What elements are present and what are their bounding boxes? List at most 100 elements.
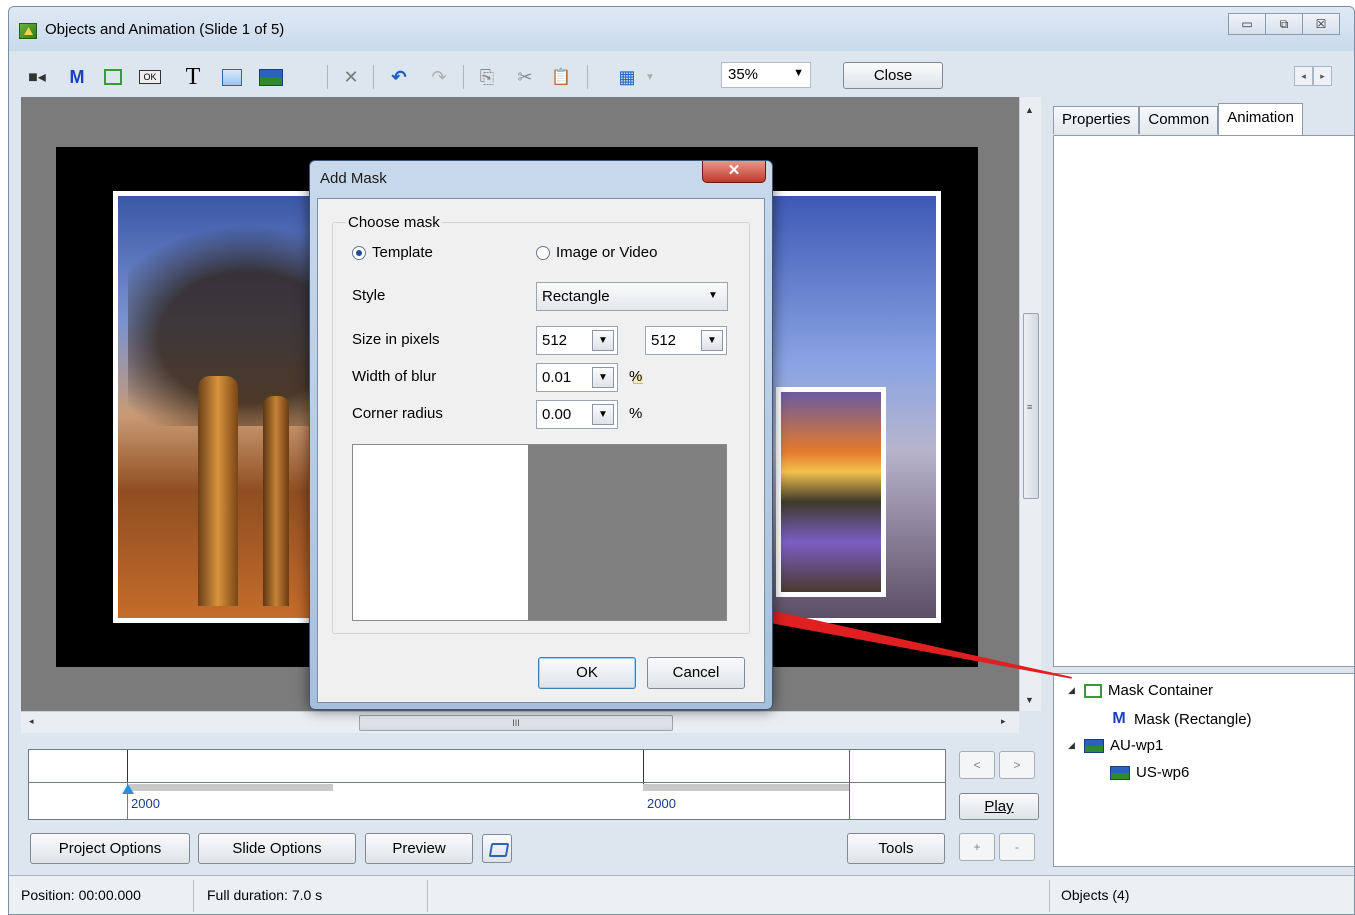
copy-icon[interactable]: ⎘ [475, 65, 499, 89]
text-icon[interactable]: T [181, 64, 205, 90]
frame-icon[interactable] [101, 65, 125, 89]
image-icon[interactable] [257, 65, 285, 89]
style-label: Style [352, 287, 386, 304]
chevron-down-icon[interactable]: ▼ [592, 404, 614, 425]
timeline-tick [127, 750, 128, 783]
timeline[interactable]: 2000 2000 [28, 749, 946, 820]
zoom-buttons: + - [959, 833, 1035, 861]
close-window-button[interactable]: ☒ [1302, 13, 1340, 35]
size-height-combo[interactable]: 512 ▼ [645, 326, 727, 355]
scroll-left-button[interactable]: ◂ [1294, 66, 1313, 86]
photo-us-wp6[interactable] [776, 387, 886, 597]
remove-button[interactable]: - [999, 833, 1035, 861]
cut-icon[interactable]: ✂ [513, 65, 537, 89]
template-radio-label: Template [372, 244, 433, 261]
minimize-button[interactable]: ▭ [1228, 13, 1266, 35]
previous-slide-button[interactable]: < [959, 751, 995, 779]
window-controls: ▭ ⧉ ☒ [1228, 13, 1340, 35]
scroll-down-arrow[interactable]: ▼ [1025, 695, 1034, 705]
grid-icon[interactable]: ▦ [615, 65, 639, 89]
size-width-combo[interactable]: 512 ▼ [536, 326, 618, 355]
mask-preview-shape [353, 445, 528, 620]
preview-button[interactable]: Preview [365, 833, 473, 864]
corner-combo[interactable]: 0.00 ▼ [536, 400, 618, 429]
scroll-up-arrow[interactable]: ▲ [1025, 105, 1034, 115]
paste-icon[interactable]: 📋 [549, 65, 573, 89]
image-or-video-radio-label: Image or Video [556, 244, 658, 261]
chevron-down-icon: ▼ [708, 290, 718, 301]
scroll-left-arrow[interactable]: ◂ [29, 716, 34, 727]
redo-icon[interactable]: ↷ [427, 65, 451, 89]
tree-item-us-wp6[interactable]: US-wp6 [1110, 764, 1189, 781]
tree-item-mask[interactable]: M Mask (Rectangle) [1110, 710, 1251, 728]
chevron-down-icon: ▼ [793, 67, 804, 79]
vertical-scrollbar[interactable]: ▲ ≡ ▼ [1019, 97, 1041, 711]
undo-icon[interactable]: ↶ [387, 65, 411, 89]
cancel-button[interactable]: Cancel [647, 657, 745, 689]
mask-icon[interactable]: M [65, 65, 89, 89]
expand-icon[interactable]: ◢ [1068, 740, 1078, 751]
horizontal-scroll-thumb[interactable]: III [359, 715, 673, 731]
horizontal-scrollbar[interactable]: ◂ III ▸ [21, 711, 1019, 733]
rectangle-icon[interactable] [219, 65, 245, 89]
slide-duration-bar [129, 784, 333, 791]
camera-icon[interactable]: ■◂ [23, 65, 51, 89]
timeline-divider [29, 782, 945, 783]
style-select[interactable]: Rectangle ▼ [536, 282, 728, 311]
blur-label: Width of blur [352, 368, 437, 385]
maximize-button[interactable]: ⧉ [1265, 13, 1303, 35]
tab-properties[interactable]: Properties [1053, 106, 1140, 134]
grid-dropdown-icon[interactable]: ▼ [643, 65, 657, 89]
blur-unit: % [629, 368, 643, 385]
title-bar: Objects and Animation (Slide 1 of 5) ▭ ⧉… [9, 7, 1354, 51]
chevron-down-icon[interactable]: ▼ [592, 330, 614, 351]
ok-button[interactable]: OK [538, 657, 636, 689]
button-icon[interactable]: OK [137, 65, 163, 89]
status-divider [427, 880, 428, 912]
dialog-body: Choose mask Template Image or Video Styl… [317, 198, 765, 703]
status-divider [1049, 880, 1050, 912]
next-slide-button[interactable]: > [999, 751, 1035, 779]
chevron-down-icon[interactable]: ▼ [592, 367, 614, 388]
close-button[interactable]: Close [843, 62, 943, 89]
toolbar-separator [327, 65, 328, 89]
zoom-select[interactable]: 35% ▼ [721, 62, 811, 88]
fullscreen-preview-icon[interactable] [482, 834, 512, 863]
tree-item-mask-container[interactable]: ◢ Mask Container [1068, 682, 1213, 699]
mask-icon: M [1112, 710, 1126, 727]
tab-animation[interactable]: Animation [1218, 103, 1303, 135]
play-button[interactable]: Play [959, 793, 1039, 820]
toolbar-separator [373, 65, 374, 89]
mask-preview [352, 444, 727, 621]
corner-unit: % [629, 405, 643, 422]
duration-status: Full duration: 7.0 s [207, 887, 323, 903]
slide-navigation: < > [959, 751, 1035, 779]
timeline-label: 2000 [131, 796, 160, 811]
play-label: Play [984, 798, 1014, 815]
tree-item-au-wp1[interactable]: ◢ AU-wp1 [1068, 737, 1163, 754]
dialog-close-button[interactable]: ✕ [702, 161, 766, 183]
right-panel: Properties Common Animation ◢ Mask Conta… [1053, 97, 1354, 871]
template-radio[interactable]: Template [352, 244, 433, 261]
app-icon [19, 23, 37, 39]
slide-options-button[interactable]: Slide Options [198, 833, 356, 864]
tools-button[interactable]: Tools [847, 833, 945, 864]
image-or-video-radio[interactable]: Image or Video [536, 244, 657, 261]
add-button[interactable]: + [959, 833, 995, 861]
tab-common[interactable]: Common [1139, 106, 1219, 134]
scroll-right-button[interactable]: ▸ [1313, 66, 1332, 86]
delete-icon[interactable]: ✕ [339, 65, 363, 89]
toolbar-separator [463, 65, 464, 89]
project-options-button[interactable]: Project Options [30, 833, 190, 864]
object-tree: ◢ Mask Container M Mask (Rectangle) ◢ AU… [1053, 673, 1354, 867]
blur-combo[interactable]: 0.01 ▼ [536, 363, 618, 392]
chevron-down-icon[interactable]: ▼ [701, 330, 723, 351]
expand-icon[interactable]: ◢ [1068, 685, 1078, 696]
size-label: Size in pixels [352, 331, 440, 348]
radio-selected-icon [352, 245, 366, 260]
vertical-scroll-thumb[interactable]: ≡ [1023, 313, 1039, 499]
status-divider [193, 880, 194, 912]
playhead-marker-icon[interactable] [122, 784, 134, 794]
scroll-right-arrow[interactable]: ▸ [1001, 716, 1006, 727]
tree-item-label: US-wp6 [1136, 764, 1190, 781]
